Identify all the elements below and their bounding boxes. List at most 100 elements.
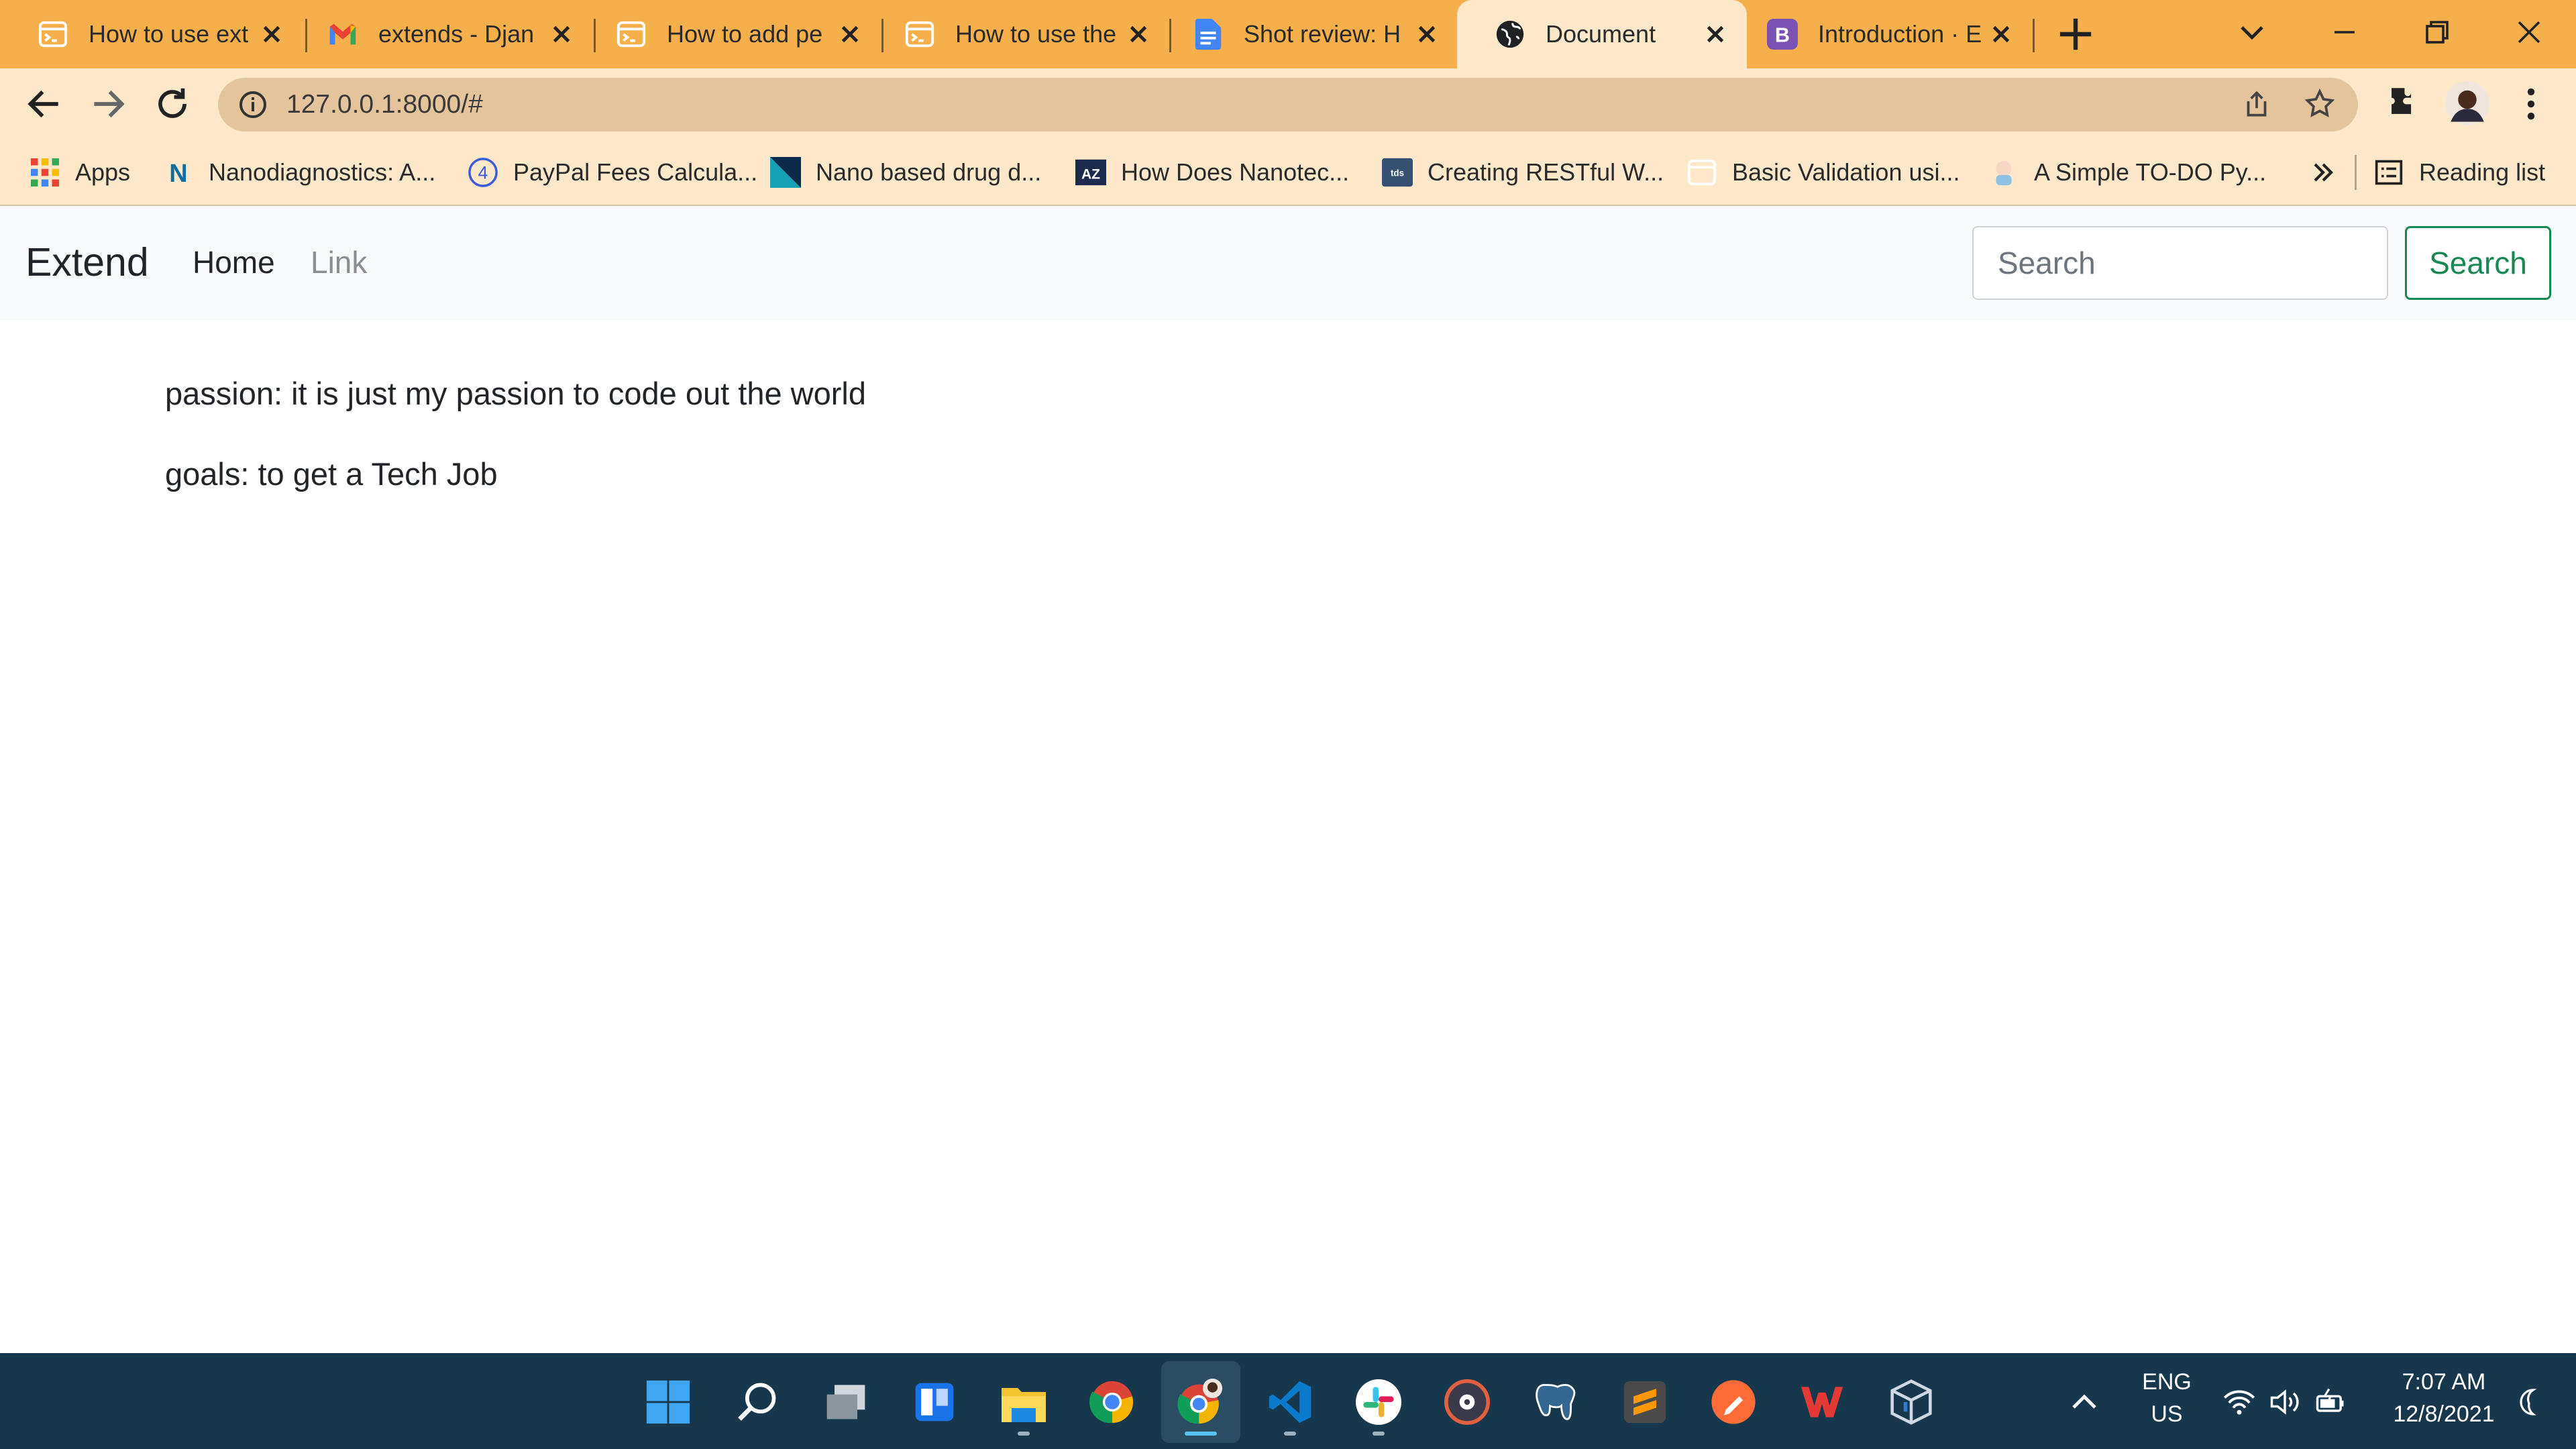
sublime-text-icon[interactable] [1619,1376,1671,1428]
bookmark-label: Creating RESTful W... [1428,158,1664,186]
bookmark-item[interactable]: tds Creating RESTful W... [1382,156,1664,189]
running-indicator [1373,1432,1385,1436]
close-tab-icon[interactable] [255,17,288,51]
terminal-page-icon [38,19,68,50]
navbar-brand[interactable]: Extend [25,239,149,285]
svg-text:B: B [1775,24,1790,47]
search-button[interactable]: Search [2405,226,2551,300]
minimize-icon[interactable] [2324,12,2365,52]
postgresql-icon[interactable] [1529,1376,1582,1428]
tab-strip: How to use ext extends - Djan How to add… [0,0,2576,68]
tab-title: Shot review: H [1244,20,1401,48]
task-view-icon[interactable] [820,1376,872,1428]
nav-link-home[interactable]: Home [193,244,275,280]
battery-charging-icon[interactable] [2309,1376,2352,1428]
svg-text:tds: tds [1391,168,1404,178]
bookmark-label: How Does Nanotec... [1121,158,1350,186]
close-tab-icon[interactable] [1122,17,1155,51]
vscode-icon[interactable] [1264,1376,1316,1428]
bookmark-item[interactable]: AZ How Does Nanotec... [1075,156,1349,189]
volume-icon[interactable] [2263,1376,2306,1428]
tab-2[interactable]: How to add pe [578,0,881,68]
tds-logo-icon: tds [1382,157,1413,188]
reload-icon[interactable] [152,83,193,125]
tab-6[interactable]: B Introduction · E [1729,0,2033,68]
tab-0[interactable]: How to use ext [0,0,303,68]
tab-title: Introduction · E [1818,20,1982,48]
tab-1[interactable]: extends - Djan [290,0,593,68]
search-icon[interactable] [731,1376,783,1428]
close-tab-icon[interactable] [833,17,867,51]
close-tab-icon[interactable] [1410,17,1444,51]
goals-paragraph: goals: to get a Tech Job [165,456,498,492]
tab-title: extends - Djan [378,20,535,48]
tab-4[interactable]: Shot review: H [1155,0,1458,68]
terminal-page-icon [616,19,647,50]
url-text: 127.0.0.1:8000/# [286,90,483,119]
region-indicator[interactable]: US [2133,1401,2200,1428]
tab-title: Document [1546,20,1656,48]
media-player-icon[interactable] [1441,1376,1493,1428]
tab-5-active[interactable]: Document [1457,0,1747,68]
close-tab-icon[interactable] [1699,17,1732,51]
wps-office-icon[interactable] [1796,1376,1848,1428]
close-window-icon[interactable] [2509,12,2549,52]
tab-3[interactable]: How to use the [867,0,1170,68]
browser-menu-icon[interactable] [2512,83,2554,125]
bookmark-item[interactable]: A Simple TO-DO Py... [1988,156,2266,189]
language-indicator[interactable]: ENG [2133,1369,2200,1395]
widgets-icon[interactable] [908,1376,961,1428]
bookmark-star-icon[interactable] [2303,87,2337,124]
windows-start-icon[interactable] [642,1376,694,1428]
new-tab-icon[interactable] [2056,15,2095,54]
nav-link-link[interactable]: Link [311,244,367,280]
focus-assist-moon-icon[interactable] [2508,1376,2551,1428]
tab-title: How to use ext [89,20,249,48]
file-explorer-icon[interactable] [998,1376,1050,1428]
svg-text:N: N [169,160,187,186]
terminal-page-icon [904,19,935,50]
chrome-icon[interactable] [1086,1376,1138,1428]
bookmark-item[interactable]: 4 PayPal Fees Calcula... [468,156,757,189]
apps-grid-icon [30,157,60,188]
bookmark-item[interactable]: N Nanodiagnostics: A... [163,156,435,189]
site-info-icon[interactable] [237,89,269,124]
bookmark-apps[interactable]: Apps [30,156,130,189]
close-tab-icon[interactable] [545,17,578,51]
profile-avatar[interactable] [2445,81,2489,125]
more-bookmarks-icon[interactable] [2311,156,2335,189]
bookmarks-bar: Apps N Nanodiagnostics: A... 4 PayPal Fe… [0,139,2576,206]
svg-text:AZ: AZ [1081,167,1100,182]
clock-time[interactable]: 7:07 AM [2380,1369,2508,1395]
show-hidden-icons-chevron-icon[interactable] [2061,1376,2108,1428]
page-content: passion: it is just my passion to code o… [0,320,2576,1353]
bookmark-item[interactable]: Nano based drug d... [770,156,1041,189]
postman-icon[interactable] [1707,1376,1760,1428]
bookmark-item[interactable]: Basic Validation usi... [1686,156,1960,189]
bookmark-label: Basic Validation usi... [1732,158,1960,186]
page-icon [1686,157,1717,188]
reading-list[interactable]: Reading list [2373,156,2545,189]
clock-date[interactable]: 12/8/2021 [2380,1401,2508,1428]
address-bar[interactable]: 127.0.0.1:8000/# [218,78,2358,131]
tab-search-chevron-icon[interactable] [2232,12,2272,52]
triangle-logo-icon [770,157,801,188]
bookmark-label: Nanodiagnostics: A... [209,158,436,186]
wifi-icon[interactable] [2218,1376,2261,1428]
virtualbox-icon[interactable] [1885,1376,1937,1428]
n-logo-icon: N [163,157,194,188]
chrome-profile-icon[interactable] [1175,1376,1227,1428]
bootstrap-icon: B [1767,19,1798,50]
forward-arrow-icon[interactable] [87,83,129,125]
extensions-puzzle-icon[interactable] [2383,83,2425,125]
restore-icon[interactable] [2417,12,2457,52]
number-four-icon: 4 [468,157,498,188]
slack-icon[interactable] [1352,1376,1405,1428]
browser-toolbar: 127.0.0.1:8000/# [0,68,2576,139]
close-tab-icon[interactable] [1984,17,2018,51]
globe-icon [1495,19,1525,50]
search-input[interactable] [1972,226,2388,300]
google-docs-icon [1193,19,1224,50]
share-icon[interactable] [2240,87,2273,124]
back-arrow-icon[interactable] [23,83,65,125]
